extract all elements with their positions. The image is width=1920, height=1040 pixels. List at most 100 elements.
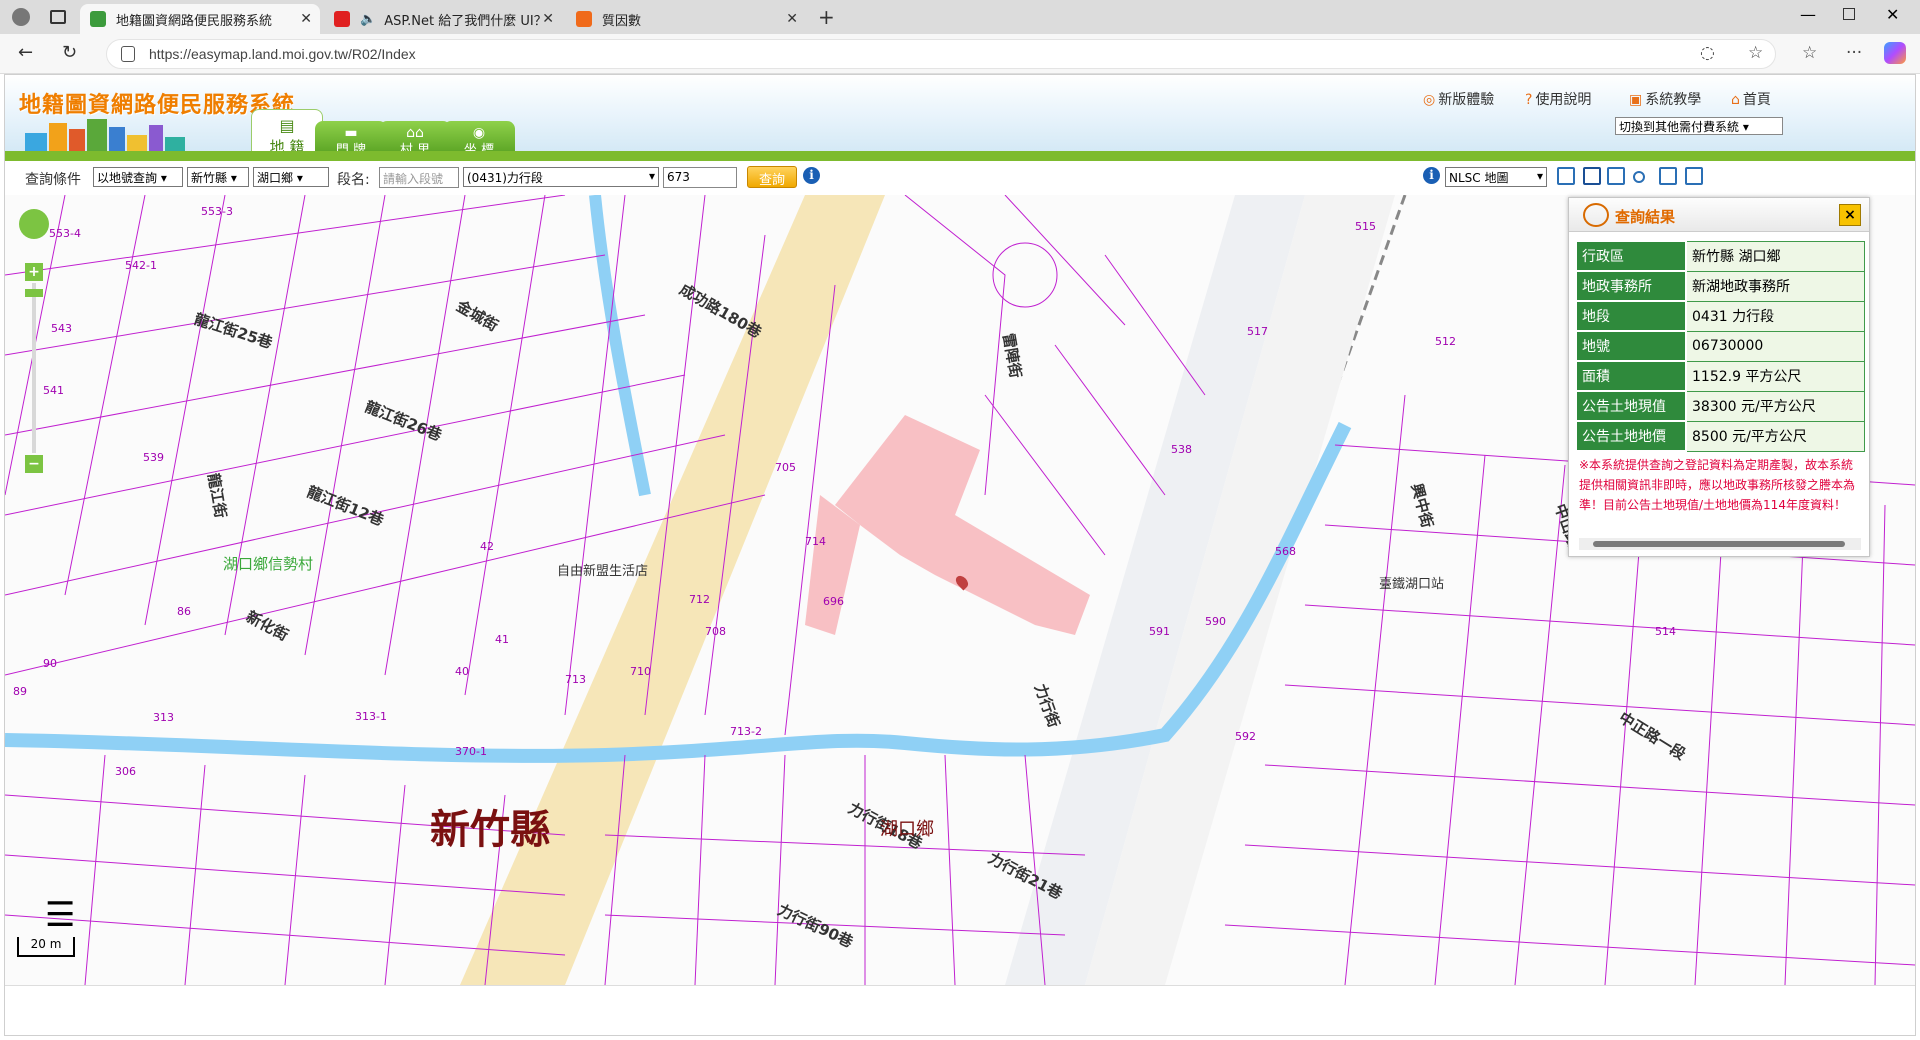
url-field[interactable]: https://easymap.land.moi.gov.tw/R02/Inde… xyxy=(106,39,1776,69)
link-tutorial[interactable]: ▣ 系統教學 xyxy=(1629,89,1701,109)
table-row: 地政事務所 新湖地政事務所 xyxy=(1575,270,1865,302)
scroll-thumb[interactable] xyxy=(1593,541,1845,547)
lot-label: 313 xyxy=(153,711,174,724)
table-row: 公告土地地價 8500 元/平方公尺 xyxy=(1575,420,1865,452)
copy-icon[interactable] xyxy=(1685,167,1703,185)
query-result-panel: 查詢結果 × 行政區 新竹縣 湖口鄉 地政事務所 新湖地政事務所 地段 0431 力行… xyxy=(1568,197,1870,557)
link-home[interactable]: ⌂ 首頁 xyxy=(1731,89,1771,109)
restore-icon[interactable] xyxy=(1843,8,1855,20)
table-row: 行政區 新竹縣 湖口鄉 xyxy=(1575,240,1865,272)
zoom-out-icon[interactable]: − xyxy=(25,455,43,473)
table-row: 公告土地現值 38300 元/平方公尺 xyxy=(1575,390,1865,422)
lot-label: 90 xyxy=(43,657,57,670)
tab-prime[interactable]: 質因數 ✕ xyxy=(566,4,806,34)
lot-label: 592 xyxy=(1235,730,1256,743)
lot-label: 705 xyxy=(775,461,796,474)
row-key: 面積 xyxy=(1575,360,1687,392)
tab-actions-icon[interactable] xyxy=(50,10,66,24)
site-info-icon[interactable] xyxy=(121,46,135,62)
row-value: 38300 元/平方公尺 xyxy=(1685,390,1865,422)
new-tab-icon[interactable]: + xyxy=(818,5,835,29)
lot-label: 370-1 xyxy=(455,745,487,758)
measure-icon[interactable] xyxy=(1633,171,1645,183)
section-select[interactable]: (0431)力行段 ▾ xyxy=(463,167,659,187)
lot-label: 712 xyxy=(689,593,710,606)
close-tab-icon[interactable]: ✕ xyxy=(786,11,798,27)
close-result-button[interactable]: × xyxy=(1839,204,1861,226)
copilot-icon[interactable] xyxy=(1884,42,1906,64)
reload-icon[interactable]: ↻ xyxy=(62,42,77,63)
lot-label: 591 xyxy=(1149,625,1170,638)
layer-icon[interactable] xyxy=(1557,167,1575,185)
lot-number-input[interactable]: 673 xyxy=(663,167,737,188)
tracking-icon[interactable]: ◌ xyxy=(1700,43,1715,63)
select-value: 切換到其他需付費系統 xyxy=(1619,120,1740,134)
basemap-select[interactable]: NLSC 地圖 ▾ xyxy=(1445,167,1547,187)
lot-label: 713 xyxy=(565,673,586,686)
scale-bar: 20 m xyxy=(17,937,75,957)
lot-label: 89 xyxy=(13,685,27,698)
profile-icon[interactable] xyxy=(12,8,30,26)
town-select[interactable]: 湖口鄉 ▾ xyxy=(253,167,329,187)
pan-icon[interactable] xyxy=(19,209,49,239)
lot-label: 41 xyxy=(495,633,509,646)
legend-list-icon[interactable]: ☰ xyxy=(45,895,75,935)
link-new-experience[interactable]: ◎ 新版體驗 xyxy=(1423,89,1494,109)
row-value: 1152.9 平方公尺 xyxy=(1685,360,1865,392)
lot-label: 542-1 xyxy=(125,259,157,272)
fullscreen-icon[interactable] xyxy=(1659,167,1677,185)
doorplate-icon: ▬ xyxy=(344,125,358,141)
lot-label: 514 xyxy=(1655,625,1676,638)
village-icon: ⌂⌂ xyxy=(406,125,424,141)
store-label: 自由新盟生活店 xyxy=(557,564,649,579)
query-button[interactable]: 查詢 xyxy=(747,166,797,188)
tab-aspnet[interactable]: 🔈 ASP.Net 給了我們什麼 UI？ ✕ xyxy=(324,4,562,34)
select-value: 湖口鄉 xyxy=(257,171,294,185)
lot-label: 543 xyxy=(51,322,72,335)
row-value: 0431 力行段 xyxy=(1685,300,1865,332)
station-label: 臺鐵湖口站 xyxy=(1379,577,1445,592)
lot-label: 714 xyxy=(805,535,826,548)
row-value: 新湖地政事務所 xyxy=(1685,270,1865,302)
section-code-input[interactable]: 請輸入段號 xyxy=(379,167,459,188)
coordinate-icon: ◉ xyxy=(472,125,486,141)
page-footer-area xyxy=(5,985,1915,1035)
audio-icon[interactable]: 🔈 xyxy=(360,12,376,27)
favorites-icon[interactable]: ☆ xyxy=(1802,43,1817,63)
lot-label: 553-4 xyxy=(49,227,81,240)
zoom-slider[interactable] xyxy=(32,283,36,453)
favorite-star-icon[interactable]: ☆ xyxy=(1748,43,1763,63)
info-icon[interactable]: i xyxy=(803,167,820,184)
table-row: 面積 1152.9 平方公尺 xyxy=(1575,360,1865,392)
lot-label: 590 xyxy=(1205,615,1226,628)
result-icon xyxy=(1583,203,1609,227)
village-label: 湖口鄉信勢村 xyxy=(223,555,314,573)
zoom-thumb[interactable] xyxy=(25,289,43,297)
lot-label: 512 xyxy=(1435,335,1456,348)
youtube-favicon-icon xyxy=(334,11,350,27)
site-header: 地籍圖資網路便民服務系統 ▤ 地 籍 ▬ 門 牌 ⌂⌂ 村 里 ◉ 坐 標 ◎新… xyxy=(5,75,1915,161)
county-select[interactable]: 新竹縣 ▾ xyxy=(187,167,249,187)
result-scrollbar[interactable] xyxy=(1579,538,1861,550)
close-window-icon[interactable]: ✕ xyxy=(1886,5,1899,24)
basemap-info-icon[interactable]: i xyxy=(1423,167,1440,184)
tab-easymap[interactable]: 地籍圖資網路便民服務系統 ✕ xyxy=(80,4,320,34)
close-tab-icon[interactable]: ✕ xyxy=(300,11,312,27)
select-value: NLSC 地圖 xyxy=(1449,171,1509,185)
link-help[interactable]: ? 使用說明 xyxy=(1525,89,1591,109)
url-text: https://easymap.land.moi.gov.tw/R02/Inde… xyxy=(149,46,416,62)
tutorial-icon: ▣ xyxy=(1629,92,1643,108)
query-mode-select[interactable]: 以地號查詢 ▾ xyxy=(93,167,183,187)
link-label: 系統教學 xyxy=(1645,92,1702,108)
close-tab-icon[interactable]: ✕ xyxy=(542,11,554,27)
lot-label: 306 xyxy=(115,765,136,778)
town-label: 湖口鄉 xyxy=(880,819,934,840)
back-icon[interactable]: ← xyxy=(18,42,33,63)
edit-icon[interactable] xyxy=(1607,167,1625,185)
print-icon[interactable] xyxy=(1583,167,1601,185)
minimize-icon[interactable]: — xyxy=(1800,5,1816,24)
more-icon[interactable]: ··· xyxy=(1846,43,1862,63)
pay-system-select[interactable]: 切換到其他需付費系統 ▾ xyxy=(1615,117,1783,135)
zoom-in-icon[interactable]: + xyxy=(25,263,43,281)
link-label: 新版體驗 xyxy=(1438,92,1495,108)
